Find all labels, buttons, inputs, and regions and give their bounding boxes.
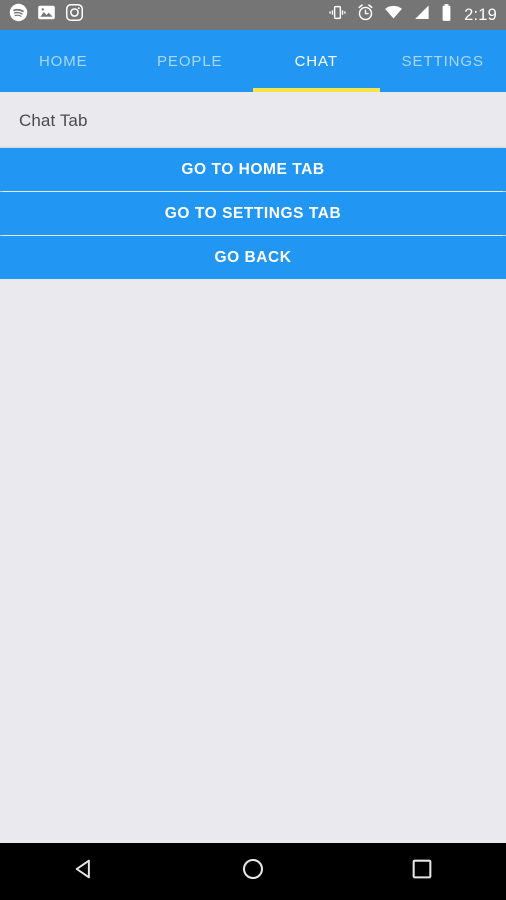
- go-to-home-tab-label: GO TO HOME TAB: [181, 160, 325, 178]
- page-title: Chat Tab: [19, 111, 88, 130]
- tab-home[interactable]: HOME: [0, 30, 127, 92]
- phone-screen: 2:19 HOME PEOPLE CHAT SETTINGS Chat Tab …: [0, 0, 506, 900]
- status-bar-clock: 2:19: [464, 5, 497, 24]
- home-icon: [240, 856, 266, 887]
- go-to-settings-tab-label: GO TO SETTINGS TAB: [164, 204, 342, 222]
- button-stack: GO TO HOME TAB GO TO SETTINGS TAB GO BAC…: [0, 148, 506, 279]
- tab-chat-label: CHAT: [294, 52, 338, 70]
- wifi-icon: [384, 3, 403, 27]
- back-icon: [71, 856, 97, 887]
- go-back-button[interactable]: GO BACK: [0, 235, 506, 279]
- go-to-home-tab-button[interactable]: GO TO HOME TAB: [0, 148, 506, 191]
- status-bar: 2:19: [0, 0, 506, 30]
- alarm-icon: [356, 3, 375, 27]
- go-back-label: GO BACK: [214, 248, 292, 266]
- tab-people-label: PEOPLE: [157, 52, 223, 70]
- vibrate-icon: [328, 3, 347, 27]
- tab-people[interactable]: PEOPLE: [127, 30, 254, 92]
- photos-icon: [37, 3, 56, 27]
- status-bar-system-icons: 2:19: [328, 3, 497, 27]
- battery-icon: [440, 3, 453, 27]
- cell-signal-icon: [412, 3, 431, 27]
- tab-bar: HOME PEOPLE CHAT SETTINGS: [0, 30, 506, 92]
- tab-chat[interactable]: CHAT: [253, 30, 380, 92]
- instagram-icon: [65, 3, 84, 27]
- content-area: Chat Tab GO TO HOME TAB GO TO SETTINGS T…: [0, 92, 506, 843]
- recents-icon: [409, 856, 435, 887]
- nav-back-button[interactable]: [0, 843, 169, 900]
- tab-home-label: HOME: [38, 52, 88, 70]
- tab-settings-label: SETTINGS: [401, 52, 484, 70]
- nav-recents-button[interactable]: [337, 843, 506, 900]
- status-bar-notifications: [9, 3, 84, 27]
- android-navigation-bar: [0, 843, 506, 900]
- spotify-icon: [9, 3, 28, 27]
- tab-settings[interactable]: SETTINGS: [380, 30, 506, 92]
- go-to-settings-tab-button[interactable]: GO TO SETTINGS TAB: [0, 191, 506, 235]
- nav-home-button[interactable]: [169, 843, 338, 900]
